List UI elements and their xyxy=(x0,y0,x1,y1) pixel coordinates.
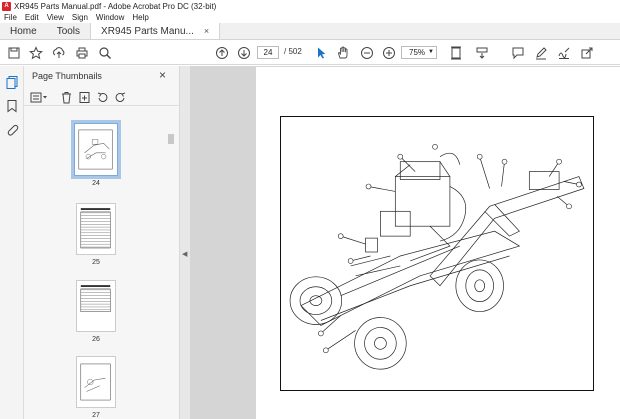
zoom-out-icon[interactable] xyxy=(359,45,374,60)
thumbnail-page-26[interactable] xyxy=(76,280,116,332)
attachments-icon[interactable] xyxy=(5,123,19,137)
tab-document-label: XR945 Parts Manu... xyxy=(101,25,194,37)
tab-close-icon[interactable]: × xyxy=(204,26,209,36)
rotate-ccw-icon[interactable] xyxy=(96,91,109,104)
tab-home-label: Home xyxy=(10,25,37,37)
tab-bar: Home Tools XR945 Parts Manu... × xyxy=(0,23,620,40)
comment-icon[interactable] xyxy=(510,45,525,60)
sign-icon[interactable] xyxy=(556,45,571,60)
thumbnail-page-24[interactable] xyxy=(71,120,121,179)
zoom-select[interactable]: 75% ▼ xyxy=(401,46,437,59)
thumbnail-scrollbar[interactable] xyxy=(168,134,174,144)
page-thumbnails-panel: Page Thumbnails × 24 25 26 27 xyxy=(24,66,180,419)
thumbnail-label: 25 xyxy=(92,259,100,266)
tab-home[interactable]: Home xyxy=(0,23,47,39)
zoom-in-icon[interactable] xyxy=(381,45,396,60)
thumbnail-page-27[interactable] xyxy=(76,356,116,408)
tab-tools[interactable]: Tools xyxy=(47,23,90,39)
thumbnail-page-25[interactable] xyxy=(76,203,116,255)
menu-bar: File Edit View Sign Window Help xyxy=(0,12,620,23)
upload-icon[interactable] xyxy=(51,45,66,60)
search-zoom-icon[interactable] xyxy=(97,45,112,60)
panel-title: Page Thumbnails xyxy=(32,71,102,81)
thumbnail-tools xyxy=(24,88,180,106)
select-arrow-icon[interactable] xyxy=(313,45,328,60)
scroll-mode-icon[interactable] xyxy=(474,45,489,60)
save-icon[interactable] xyxy=(6,45,21,60)
bookmark-star-icon[interactable] xyxy=(28,45,43,60)
menu-edit[interactable]: Edit xyxy=(25,13,39,22)
hand-icon[interactable] xyxy=(335,45,350,60)
thumbnail-options-icon[interactable] xyxy=(30,91,48,104)
pen-icon[interactable] xyxy=(533,45,548,60)
rotate-cw-icon[interactable] xyxy=(114,91,127,104)
bookmarks-icon[interactable] xyxy=(5,99,19,113)
insert-page-icon[interactable] xyxy=(78,91,91,104)
collapse-panel-icon[interactable]: ◀ xyxy=(182,250,187,258)
document-viewer[interactable] xyxy=(190,66,620,419)
page-down-icon[interactable] xyxy=(236,45,251,60)
title-bar: A XR945 Parts Manual.pdf - Adobe Acrobat… xyxy=(0,0,620,12)
delete-icon[interactable] xyxy=(60,91,73,104)
menu-sign[interactable]: Sign xyxy=(72,13,88,22)
main-toolbar: 24 / 502 75% ▼ xyxy=(0,40,620,65)
zoom-value: 75% xyxy=(409,48,426,57)
page-thumbnails-icon[interactable] xyxy=(5,75,19,89)
thumbnail-label: 26 xyxy=(92,336,100,343)
page-up-icon[interactable] xyxy=(214,45,229,60)
share-icon[interactable] xyxy=(579,45,594,60)
acrobat-app-icon: A xyxy=(2,1,11,11)
parts-diagram xyxy=(280,116,594,391)
thumbnail-label: 27 xyxy=(92,412,100,419)
tab-tools-label: Tools xyxy=(56,25,81,37)
page-number-input[interactable]: 24 xyxy=(257,46,279,59)
page-fit-icon[interactable] xyxy=(448,45,463,60)
left-nav-rail xyxy=(0,66,24,419)
chevron-down-icon: ▼ xyxy=(428,49,434,55)
window-title: XR945 Parts Manual.pdf - Adobe Acrobat P… xyxy=(14,1,217,11)
print-icon[interactable] xyxy=(74,45,89,60)
menu-window[interactable]: Window xyxy=(96,13,124,22)
close-icon[interactable]: × xyxy=(159,68,166,82)
panel-splitter[interactable]: ◀ xyxy=(180,66,190,419)
menu-help[interactable]: Help xyxy=(132,13,148,22)
menu-file[interactable]: File xyxy=(4,13,17,22)
parts-diagram-drawing xyxy=(289,144,585,370)
pdf-page xyxy=(256,67,620,419)
tab-document[interactable]: XR945 Parts Manu... × xyxy=(90,23,221,39)
thumbnail-label: 24 xyxy=(92,180,100,187)
page-total: / 502 xyxy=(284,47,302,56)
menu-view[interactable]: View xyxy=(47,13,64,22)
